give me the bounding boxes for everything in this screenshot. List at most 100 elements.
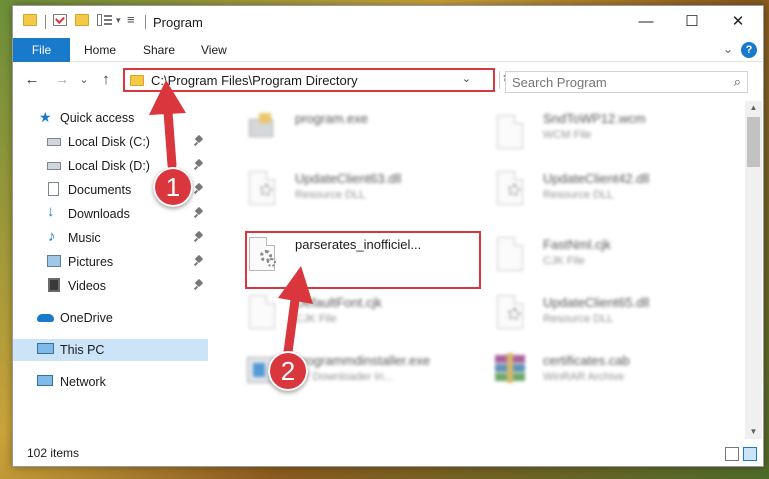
sidebar-item-label: Pictures (68, 255, 114, 269)
pin-icon[interactable] (195, 136, 203, 146)
navigation-pane: ★ Quick access Local Disk (C:) Local Dis… (13, 101, 208, 436)
pin-icon[interactable] (195, 280, 203, 290)
details-view-icon[interactable] (725, 447, 739, 461)
sidebar-item-network[interactable]: Network (13, 371, 208, 393)
new-folder-icon[interactable] (75, 14, 89, 26)
pictures-icon (47, 255, 61, 267)
list-item[interactable]: DefaultFont.cjk CJK File (237, 289, 477, 337)
sidebar-item-quick-access[interactable]: ★ Quick access (13, 107, 208, 129)
dll-icon (493, 169, 527, 209)
vertical-scrollbar[interactable]: ▲ ▼ (745, 101, 762, 439)
cloud-icon (37, 314, 54, 322)
status-bar: 102 items (13, 442, 763, 466)
sidebar-item-local-disk-c[interactable]: Local Disk (C:) (13, 131, 208, 153)
file-name: UpdateClient65.dll (543, 295, 650, 310)
tab-share[interactable]: Share (143, 38, 175, 62)
separator (145, 15, 146, 29)
window-title: Program (153, 15, 203, 30)
sidebar-item-label: Videos (68, 279, 106, 293)
close-button[interactable]: ✕ (715, 6, 761, 38)
music-icon: ♪ (48, 228, 56, 245)
recent-locations-button[interactable]: ⌄ (75, 71, 93, 89)
scroll-up-arrow-icon[interactable]: ▲ (745, 101, 762, 115)
file-name: certificates.cab (543, 353, 630, 368)
document-icon (493, 113, 527, 153)
title-bar: ▾ ≡ Program — ☐ ✕ (13, 6, 763, 38)
pin-icon[interactable] (195, 232, 203, 242)
minimize-button[interactable]: — (623, 6, 669, 38)
file-name: UpdateClient42.dll (543, 171, 650, 186)
folder-icon (130, 75, 144, 86)
tab-home[interactable]: Home (84, 38, 116, 62)
target-file-highlight (245, 231, 481, 289)
list-item[interactable]: UpdateClient42.dll Resource DLL (485, 165, 725, 213)
sidebar-item-label: Local Disk (D:) (68, 159, 150, 173)
qa-customize-arrow-icon[interactable]: ≡ (127, 12, 135, 27)
sidebar-item-videos[interactable]: Videos (13, 275, 208, 297)
maximize-button[interactable]: ☐ (669, 6, 715, 38)
address-bar[interactable]: C:\Program Files\Program Directory ⌄ (123, 68, 495, 92)
file-type: WCM File (543, 129, 592, 141)
sidebar-item-onedrive[interactable]: OneDrive (13, 307, 208, 329)
properties-icon[interactable] (53, 14, 67, 26)
address-path[interactable]: C:\Program Files\Program Directory (151, 73, 358, 88)
download-icon: ↓ (47, 203, 55, 220)
file-name: FastNml.cjk (543, 237, 611, 252)
list-item[interactable]: certificates.cab WinRAR Archive (485, 347, 725, 395)
computer-icon (37, 343, 54, 354)
sidebar-item-this-pc[interactable]: This PC (13, 339, 208, 361)
sidebar-item-label: Music (68, 231, 101, 245)
file-name: programmdinstaller.exe (295, 353, 431, 368)
search-box[interactable]: ⌕ (505, 71, 748, 93)
sidebar-item-label: Local Disk (C:) (68, 135, 150, 149)
large-icons-view-icon[interactable] (743, 447, 757, 461)
folder-icon (23, 14, 37, 26)
file-type: CJK File (295, 313, 337, 325)
address-dropdown-icon[interactable]: ⌄ (462, 72, 471, 85)
pin-icon[interactable] (195, 256, 203, 266)
pin-icon[interactable] (195, 160, 203, 170)
dll-icon (493, 293, 527, 333)
list-item[interactable]: UpdateClient63.dll Resource DLL (237, 165, 477, 213)
file-name: DefaultFont.cjk (295, 295, 382, 310)
tab-file[interactable]: File (13, 38, 70, 62)
scroll-down-arrow-icon[interactable]: ▼ (745, 425, 762, 439)
archive-icon (493, 351, 527, 391)
pin-icon[interactable] (195, 208, 203, 218)
drive-icon (47, 162, 61, 170)
sidebar-item-music[interactable]: ♪ Music (13, 227, 208, 249)
tab-view[interactable]: View (201, 38, 227, 62)
file-type: WinRAR Archive (543, 371, 625, 383)
ribbon-expand-icon[interactable]: ⌄ (723, 42, 733, 56)
document-icon (493, 235, 527, 275)
sidebar-item-label: Documents (68, 183, 132, 197)
qa-dropdown-icon[interactable]: ▾ (116, 15, 121, 26)
document-icon (245, 293, 279, 333)
back-button[interactable]: ← (23, 71, 41, 89)
forward-button[interactable]: → (53, 71, 71, 89)
ribbon-tabs: File Home Share View ⌄ ? (13, 38, 763, 62)
sidebar-item-label: Downloads (68, 207, 130, 221)
step-badge-2: 2 (268, 351, 308, 391)
sidebar-item-downloads[interactable]: ↓ Downloads (13, 203, 208, 225)
list-item[interactable]: UpdateClient65.dll Resource DLL (485, 289, 725, 337)
up-button[interactable]: ↑ (97, 71, 115, 89)
file-type: Resource DLL (295, 189, 366, 201)
pin-icon[interactable] (195, 184, 203, 194)
separator (45, 15, 46, 29)
search-input[interactable] (512, 75, 712, 89)
help-icon[interactable]: ? (741, 42, 757, 58)
file-name: UpdateClient63.dll (295, 171, 402, 186)
file-type: Resource DLL (543, 189, 614, 201)
search-icon[interactable]: ⌕ (734, 74, 741, 90)
sidebar-item-pictures[interactable]: Pictures (13, 251, 208, 273)
list-item[interactable]: FastNml.cjk CJK File (485, 231, 725, 279)
step-badge-1: 1 (153, 167, 193, 207)
list-item[interactable]: SndToWP12.wcm WCM File (485, 109, 725, 157)
list-item[interactable]: program.exe (237, 109, 477, 157)
sidebar-item-label: OneDrive (60, 311, 113, 325)
scroll-thumb[interactable] (747, 117, 760, 167)
explorer-window: ▾ ≡ Program — ☐ ✕ File Home Share View ⌄… (12, 5, 764, 467)
customize-icon[interactable] (97, 14, 113, 26)
sidebar-item-label: Network (60, 375, 106, 389)
